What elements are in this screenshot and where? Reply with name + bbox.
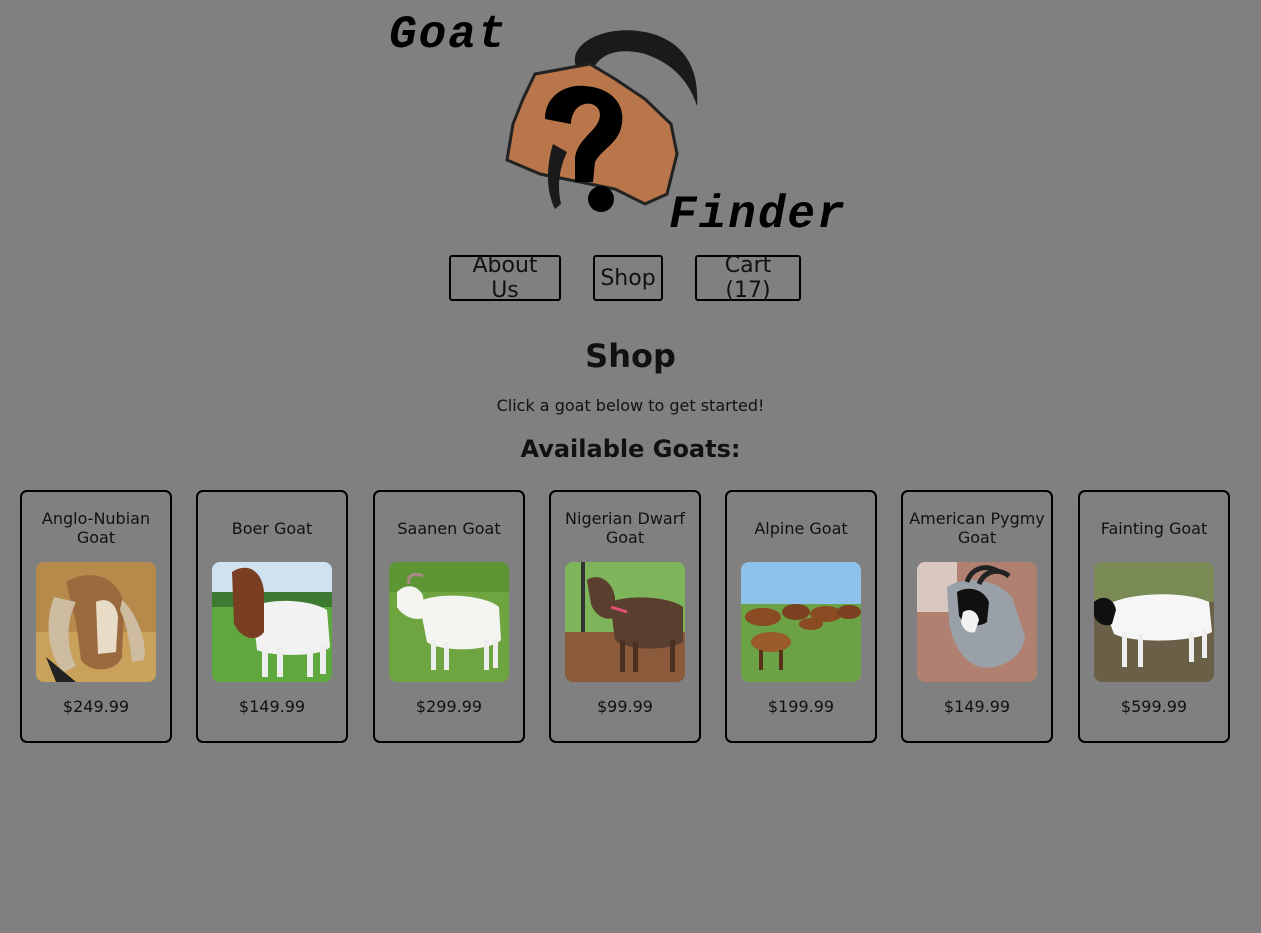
saanen-goat-photo — [389, 562, 509, 682]
cart-button[interactable]: Cart (17) — [695, 253, 801, 303]
goat-price: $299.99 — [415, 697, 483, 716]
goat-price: $599.99 — [1120, 697, 1188, 716]
goat-card-alpine[interactable]: Alpine Goat $199.99 — [725, 490, 877, 743]
goat-card-nigerian-dwarf[interactable]: Nigerian Dwarf Goat $99.99 — [549, 490, 701, 743]
goat-card-fainting[interactable]: Fainting Goat $599.99 — [1078, 490, 1230, 743]
logo-word-finder: Finder — [669, 189, 847, 241]
section-title: Available Goats: — [520, 435, 741, 463]
boer-goat-photo — [212, 562, 332, 682]
goat-card-anglo-nubian[interactable]: Anglo-Nubian Goat $249.99 — [20, 490, 172, 743]
goat-name: Alpine Goat — [754, 518, 848, 538]
goat-name: American Pygmy Goat — [909, 509, 1045, 547]
goat-name: Saanen Goat — [397, 518, 501, 538]
goat-card-boer[interactable]: Boer Goat $149.99 — [196, 490, 348, 743]
goat-name: Boer Goat — [231, 518, 313, 538]
logo-word-goat: Goat — [389, 9, 508, 61]
american-pygmy-goat-photo — [917, 562, 1037, 682]
intro-text: Click a goat below to get started! — [496, 396, 765, 415]
goat-card-american-pygmy[interactable]: American Pygmy Goat $149.99 — [901, 490, 1053, 743]
about-us-button[interactable]: About Us — [449, 253, 561, 303]
page-title: Shop — [585, 337, 676, 375]
shop-button[interactable]: Shop — [593, 255, 663, 301]
anglo-nubian-goat-photo — [36, 562, 156, 682]
goat-price: $149.99 — [943, 697, 1011, 716]
goat-price: $149.99 — [238, 697, 306, 716]
site-logo: Goat Finder — [385, 6, 870, 238]
goat-name: Fainting Goat — [1100, 518, 1208, 538]
goat-name: Nigerian Dwarf Goat — [565, 509, 685, 547]
goat-price: $249.99 — [62, 697, 130, 716]
goat-price: $99.99 — [597, 697, 653, 716]
goat-card-saanen[interactable]: Saanen Goat $299.99 — [373, 490, 525, 743]
nigerian-dwarf-goat-photo — [565, 562, 685, 682]
goat-card-list: Anglo-Nubian Goat $249.99 Boer Goat $149… — [20, 490, 1230, 744]
goat-price: $199.99 — [767, 697, 835, 716]
main-nav: About Us Shop Cart (17) — [0, 253, 1261, 303]
fainting-goat-photo — [1094, 562, 1214, 682]
goat-name: Anglo-Nubian Goat — [41, 509, 151, 547]
alpine-goat-photo — [741, 562, 861, 682]
